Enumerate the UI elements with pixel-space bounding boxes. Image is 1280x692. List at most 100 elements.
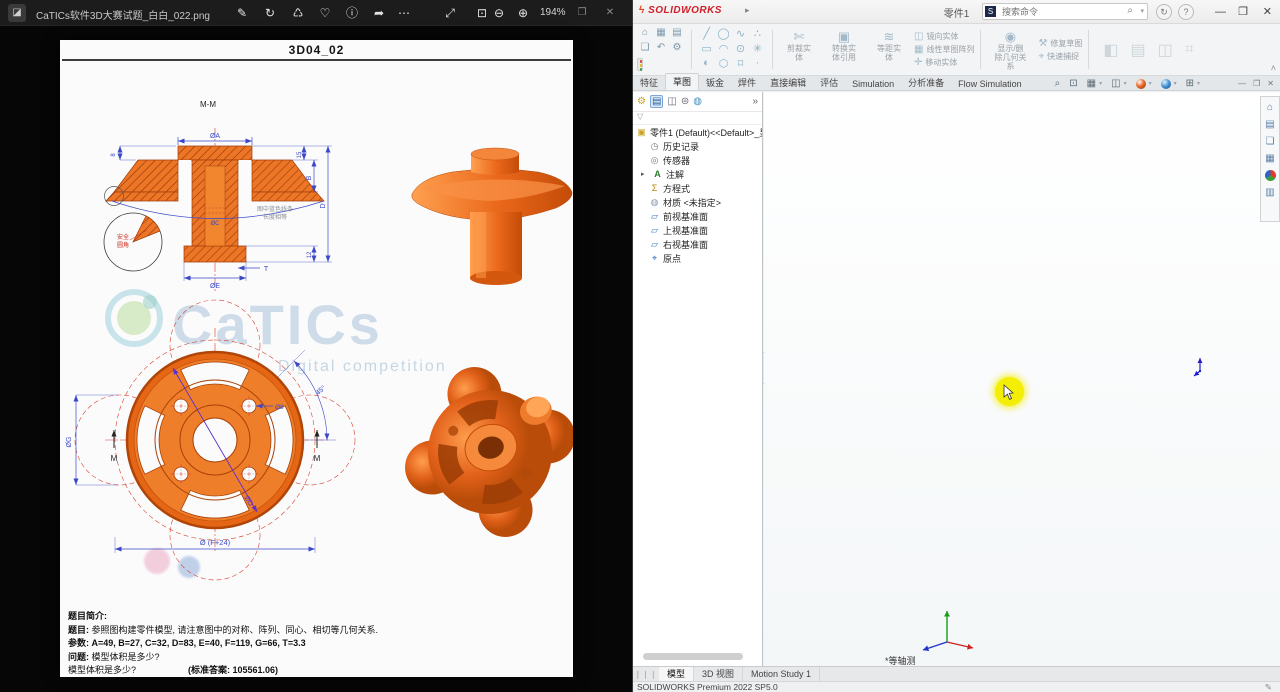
dimxpert-icon[interactable]: ⊜: [681, 96, 689, 107]
tab-model[interactable]: 模型: [659, 667, 695, 681]
tab-scroll-icon[interactable]: ❘❘❘: [633, 670, 659, 679]
view-settings-icon[interactable]: ⊞: [1186, 78, 1194, 89]
tree-root-part[interactable]: ▣ 零件1 (Default)<<Default>_显: [633, 125, 762, 139]
tree-item-origin[interactable]: ⌖ 原点: [633, 251, 762, 265]
expand-arrow-icon[interactable]: ▸: [641, 170, 649, 178]
tab-direct-editing[interactable]: 直接编辑: [763, 75, 813, 90]
document-tab-bar: ❘❘❘ 模型 3D 视图 Motion Study 1: [633, 666, 1280, 681]
new-file-icon: ❏: [640, 42, 650, 53]
doc-restore-icon[interactable]: ❐: [1253, 79, 1260, 88]
part-icon: ▣: [637, 126, 646, 137]
offset-entities-button[interactable]: ≋ 等距实体: [869, 26, 909, 73]
delete-button[interactable]: ♺: [288, 4, 308, 22]
snap-icon: ⌖: [1038, 50, 1045, 62]
tree-item-history[interactable]: ◷ 历史记录: [633, 139, 762, 153]
dim-angle: 45°: [314, 384, 327, 397]
origin-icon: ⌖: [651, 252, 658, 263]
close-button[interactable]: ✕: [1263, 5, 1272, 19]
edit-button[interactable]: ✎: [232, 4, 252, 22]
minimize-button[interactable]: —: [1215, 5, 1226, 19]
window-close-button[interactable]: ✕: [600, 4, 620, 22]
params-label: 参数:: [68, 638, 89, 648]
settings-icon: ⚙: [672, 42, 682, 53]
tab-features[interactable]: 特征: [633, 75, 665, 90]
file-explorer-icon[interactable]: ❏: [1266, 136, 1275, 147]
view-orientation-icon[interactable]: ▦: [1087, 78, 1096, 89]
quick-snaps-button[interactable]: ⌖ 快速捕捉: [1038, 51, 1082, 62]
favorite-button[interactable]: ♡: [315, 4, 335, 22]
convert-entities-button[interactable]: ▣ 转换实体引用: [824, 26, 864, 73]
zoom-fit-icon[interactable]: ⌕: [1055, 78, 1061, 89]
dim-hole: Ø8: [275, 404, 284, 411]
zoom-area-icon[interactable]: ⊡: [1069, 78, 1077, 89]
tree-item-annotations[interactable]: ▸ A 注解: [633, 167, 762, 181]
sensors-icon: ◎: [650, 154, 659, 165]
tab-sketch[interactable]: 草图: [665, 73, 700, 90]
feature-tree-icon[interactable]: ▤: [649, 95, 664, 108]
help-icon[interactable]: ?: [1178, 4, 1194, 20]
arc-tool-icon: ◠: [718, 43, 729, 55]
edit-appearance-icon[interactable]: [1135, 78, 1146, 89]
share-button[interactable]: ➦: [369, 4, 389, 22]
quick-access-icons[interactable]: ⌂ ▦ ▤ ❏ ↶ ⚙: [637, 26, 685, 73]
configuration-manager-icon[interactable]: ◫: [667, 96, 676, 107]
more-button[interactable]: ⋯: [394, 4, 414, 22]
fullscreen-button[interactable]: ⤢: [440, 4, 460, 22]
search-badge-icon: S: [985, 6, 996, 17]
doc-minimize-icon[interactable]: —: [1238, 79, 1246, 88]
zoom-in-button[interactable]: ⊕: [513, 4, 533, 22]
ask-label: 问题:: [68, 651, 89, 662]
repair-sketch-button[interactable]: ⚒ 修复草图: [1038, 38, 1082, 49]
tree-item-front-plane[interactable]: ▱ 前视基准面: [633, 209, 762, 223]
point-tool-icon: ∴: [754, 28, 761, 40]
tab-simulation[interactable]: Simulation: [845, 78, 901, 90]
resources-icon[interactable]: ⌂: [1267, 102, 1273, 113]
trim-entities-button[interactable]: ✄ 剪裁实体: [779, 26, 819, 73]
restore-button[interactable]: ❐: [1238, 5, 1248, 19]
search-input[interactable]: [1000, 4, 1108, 19]
tree-item-right-plane[interactable]: ▱ 右视基准面: [633, 237, 762, 251]
tab-evaluate[interactable]: 评估: [813, 75, 845, 90]
rotate-button[interactable]: ↻: [260, 4, 280, 22]
tab-weldments[interactable]: 焊件: [731, 75, 763, 90]
view-palette-icon[interactable]: ▦: [1265, 153, 1274, 164]
tree-filter[interactable]: ▽: [633, 112, 762, 125]
command-search-box[interactable]: S ⌕ ▾: [982, 3, 1148, 20]
display-delete-relations-button[interactable]: ◉ 显示/删除几何关系: [987, 26, 1033, 73]
status-edit-icon[interactable]: ✎: [1265, 682, 1272, 692]
iso-top-view: [411, 147, 573, 285]
ribbon-collapse-icon[interactable]: ˄: [1271, 63, 1276, 73]
search-dropdown-icon[interactable]: ▾: [1140, 7, 1144, 15]
tree-horizontal-scrollbar[interactable]: [643, 653, 743, 660]
mirror-entities-button[interactable]: ◫ 镜向实体: [914, 31, 974, 42]
graphics-viewport[interactable]: ⌂ ▤ ❏ ▦ ▥ *等轴测: [764, 92, 1280, 666]
photos-app-icon[interactable]: ◪: [8, 4, 26, 22]
zoom-out-button[interactable]: ⊖: [489, 4, 509, 22]
doc-close-icon[interactable]: ✕: [1267, 79, 1274, 88]
tab-analysis-prep[interactable]: 分析准备: [901, 75, 951, 90]
move-entities-button[interactable]: ✛ 移动实体: [914, 57, 974, 68]
linear-pattern-button[interactable]: ▦ 线性草图阵列: [914, 44, 974, 55]
tree-item-top-plane[interactable]: ▱ 上视基准面: [633, 223, 762, 237]
tab-flow-simulation[interactable]: Flow Simulation: [951, 78, 1029, 90]
tree-item-material[interactable]: ◍ 材质 <未指定>: [633, 195, 762, 209]
tab-sheet-metal[interactable]: 钣金: [699, 75, 731, 90]
sync-icon[interactable]: ↻: [1156, 4, 1172, 20]
tree-item-equations[interactable]: Σ 方程式: [633, 181, 762, 195]
info-button[interactable]: ⓘ: [342, 4, 362, 22]
window-restore-button[interactable]: ❐: [572, 4, 592, 22]
tree-item-sensors[interactable]: ◎ 传感器: [633, 153, 762, 167]
design-library-icon[interactable]: ▤: [1265, 119, 1274, 130]
custom-properties-icon[interactable]: ▥: [1265, 187, 1274, 198]
property-manager-icon[interactable]: ⚙: [637, 96, 646, 107]
tab-3d-views[interactable]: 3D 视图: [694, 667, 744, 681]
screen: ◪ CaTICs软件3D大赛试题_白白_022.png ✎ ↻ ♺ ♡ ⓘ ➦ …: [0, 0, 1280, 692]
panel-overflow-icon[interactable]: »: [752, 96, 758, 107]
spline-tool-icon: ∿: [735, 28, 746, 40]
sketch-entity-icons[interactable]: ╱ ◯ ∿ ∴ ▭ ◠ ⊙ ✳ ◐ ⬡ ⌑ ·: [698, 26, 766, 73]
appearances-icon[interactable]: [1264, 170, 1276, 181]
apply-scene-icon[interactable]: [1160, 78, 1171, 89]
display-style-icon[interactable]: ◫: [1111, 78, 1120, 89]
tab-motion-study[interactable]: Motion Study 1: [743, 667, 821, 681]
display-manager-icon[interactable]: ◍: [693, 96, 702, 107]
